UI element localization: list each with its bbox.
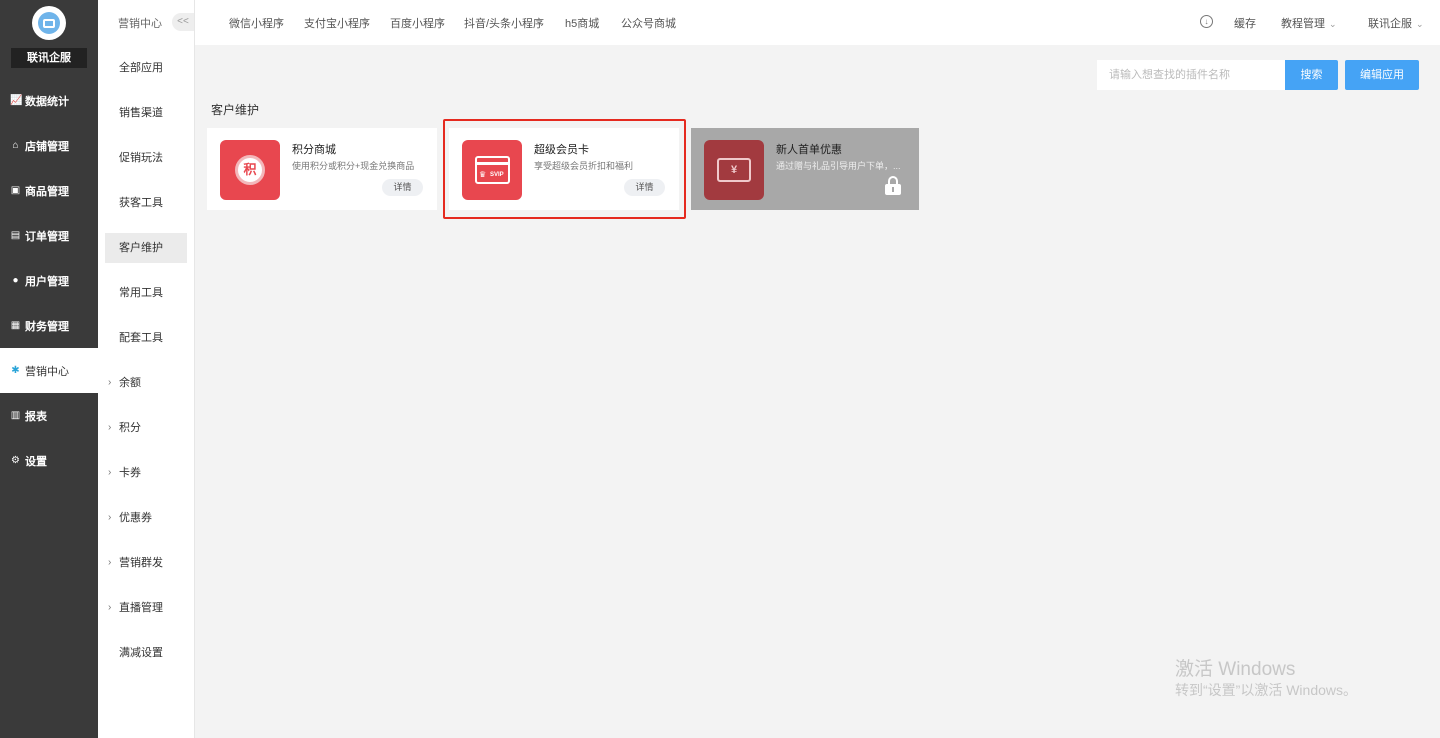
sub-item-support-tools[interactable]: 配套工具 — [105, 323, 187, 353]
tutorial-menu[interactable]: 教程管理 ⌄ — [1281, 15, 1337, 31]
tab-h5-mall[interactable]: h5商城 — [565, 15, 599, 31]
marketing-icon: ✱ — [11, 365, 20, 376]
edit-apps-button[interactable]: 编辑应用 — [1345, 60, 1419, 90]
card-description: 通过赠与礼品引导用户下单，... — [776, 161, 901, 171]
lock-icon — [885, 176, 901, 195]
chart-line-icon: 📈 — [10, 95, 23, 106]
nav-item-orders[interactable]: ▤ 订单管理 — [0, 213, 98, 258]
download-icon[interactable]: ↓ — [1200, 15, 1213, 28]
detail-button[interactable]: 详情 — [382, 179, 423, 196]
tab-douyin-miniapp[interactable]: 抖音/头条小程序 — [464, 15, 544, 31]
sub-item-sales-channel[interactable]: 销售渠道 — [105, 98, 187, 128]
chevron-down-icon: ⌄ — [1416, 19, 1424, 29]
chevron-right-icon: › — [108, 422, 112, 433]
nav-item-marketing[interactable]: ✱ 营销中心 — [0, 348, 98, 393]
sub-item-promotion[interactable]: 促销玩法 — [105, 143, 187, 173]
app-card-points-mall[interactable]: 积 积分商城 使用积分或积分+现金兑换商品 详情 — [207, 128, 437, 210]
sub-sidebar-title: 营销中心 — [118, 18, 162, 30]
tab-wechat-miniapp[interactable]: 微信小程序 — [229, 15, 284, 31]
section-title: 客户维护 — [211, 103, 260, 117]
gear-icon: ⚙ — [11, 455, 20, 466]
nav-item-data-stats[interactable]: 📈 数据统计 — [0, 78, 98, 123]
sub-item-live[interactable]: › 直播管理 — [105, 593, 187, 623]
brand-name: 联讯企服 — [11, 48, 87, 68]
collapse-sidebar-button[interactable]: << — [172, 13, 194, 31]
chevron-down-icon: ⌄ — [1329, 19, 1337, 29]
sub-item-customer-care[interactable]: 客户维护 — [105, 233, 187, 263]
windows-activation-hint: 转到“设置”以激活 Windows。 — [1175, 682, 1358, 698]
cache-button[interactable]: 缓存 — [1234, 15, 1256, 31]
sub-item-coupons[interactable]: › 优惠券 — [105, 503, 187, 533]
finance-icon: ▦ — [10, 320, 21, 331]
card-description: 使用积分或积分+现金兑换商品 — [292, 161, 415, 171]
nav-item-reports[interactable]: ▥ 报表 — [0, 393, 98, 438]
app-card-new-user-first-order[interactable]: ¥ 新人首单优惠 通过赠与礼品引导用户下单，... — [691, 128, 919, 210]
tab-alipay-miniapp[interactable]: 支付宝小程序 — [304, 15, 370, 31]
top-bar: 微信小程序 支付宝小程序 百度小程序 抖音/头条小程序 h5商城 公众号商城 ↓… — [195, 0, 1440, 45]
search-button[interactable]: 搜索 — [1285, 60, 1338, 90]
sub-item-points[interactable]: › 积分 — [105, 413, 187, 443]
logo-icon[interactable] — [32, 6, 66, 40]
sub-item-discount-settings[interactable]: 满减设置 — [105, 638, 187, 668]
tab-baidu-miniapp[interactable]: 百度小程序 — [390, 15, 445, 31]
sub-item-common-tools[interactable]: 常用工具 — [105, 278, 187, 308]
chevron-right-icon: › — [108, 377, 112, 388]
sub-sidebar: 营销中心 全部应用 销售渠道 促销玩法 获客工具 客户维护 常用工具 配套工具 … — [98, 0, 195, 738]
nav-item-finance[interactable]: ▦ 财务管理 — [0, 303, 98, 348]
first-order-thumb: ¥ — [704, 140, 764, 200]
points-icon: 积 — [235, 155, 265, 185]
nav-item-settings[interactable]: ⚙ 设置 — [0, 438, 98, 483]
card-title: 新人首单优惠 — [776, 144, 842, 156]
windows-activation-title: 激活 Windows — [1175, 659, 1296, 680]
store-icon: ⌂ — [12, 140, 19, 151]
chevron-right-icon: › — [108, 467, 112, 478]
points-mall-thumb: 积 — [220, 140, 280, 200]
account-menu[interactable]: 联讯企服 ⌄ — [1368, 15, 1424, 31]
order-icon: ▤ — [10, 230, 21, 241]
main-sidebar: 联讯企服 📈 数据统计 ⌂ 店铺管理 ▣ 商品管理 ▤ 订单管理 ● 用户管理 ▦ 财务管理… — [0, 0, 98, 738]
goods-icon: ▣ — [10, 185, 21, 196]
nav-item-goods[interactable]: ▣ 商品管理 — [0, 168, 98, 213]
chevron-right-icon: › — [108, 602, 112, 613]
sub-item-all-apps[interactable]: 全部应用 — [105, 53, 187, 83]
sub-item-balance[interactable]: › 余额 — [105, 368, 187, 398]
plugin-search-input[interactable]: 请输入想查找的插件名称 — [1097, 60, 1285, 90]
card-title: 积分商城 — [292, 144, 336, 156]
report-icon: ▥ — [10, 410, 21, 421]
nav-item-users[interactable]: ● 用户管理 — [0, 258, 98, 303]
chevron-right-icon: › — [108, 512, 112, 523]
chevron-right-icon: › — [108, 557, 112, 568]
sub-item-acquisition[interactable]: 获客工具 — [105, 188, 187, 218]
coupon-icon: ¥ — [717, 158, 751, 182]
nav-item-store[interactable]: ⌂ 店铺管理 — [0, 123, 98, 168]
tab-official-account-mall[interactable]: 公众号商城 — [621, 15, 676, 31]
user-icon: ● — [12, 275, 19, 286]
selection-highlight — [443, 119, 686, 219]
sub-item-vouchers[interactable]: › 卡券 — [105, 458, 187, 488]
sub-item-mass-messaging[interactable]: › 营销群发 — [105, 548, 187, 578]
